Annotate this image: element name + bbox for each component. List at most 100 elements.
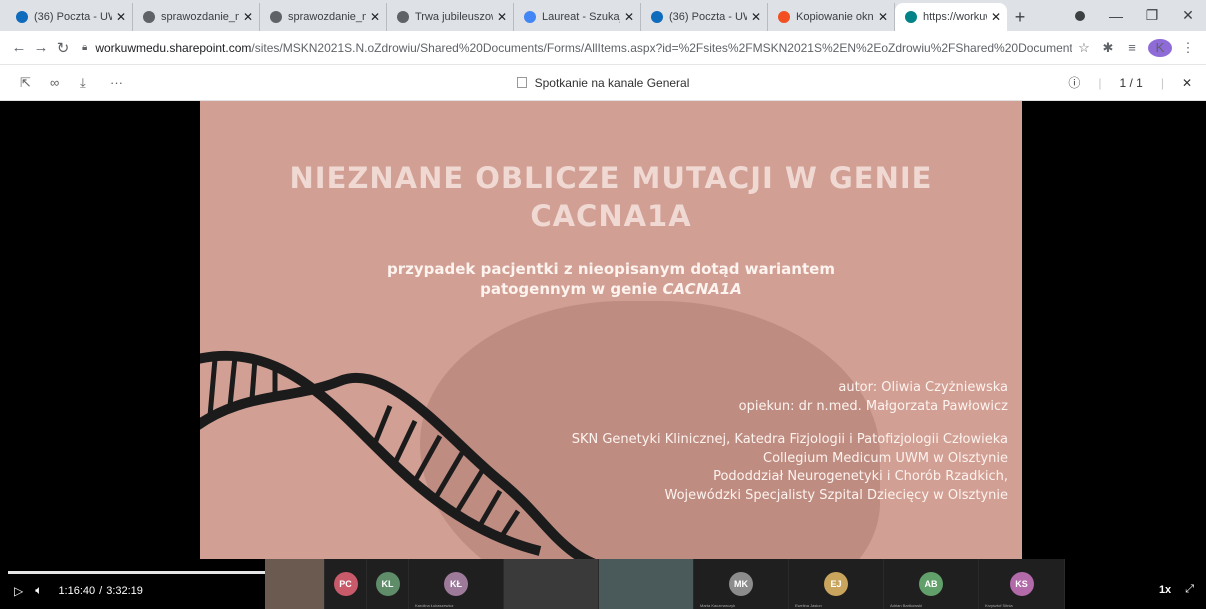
participant-name: Karolina Łukaszewicz <box>415 603 454 608</box>
participant-tile[interactable]: MK Marta Kaczmarczyk <box>694 559 789 609</box>
browser-tab[interactable]: sprawozdanie_mskn ✕ <box>260 3 387 31</box>
tab-title: Kopiowanie okna <box>796 11 874 23</box>
browser-tab[interactable]: sprawozdanie_mskn ✕ <box>133 3 260 31</box>
tab-favicon-icon <box>397 11 409 23</box>
participant-avatar: MK <box>729 572 753 596</box>
time-separator: / <box>99 584 103 597</box>
back-button[interactable]: ← <box>8 39 30 56</box>
browser-tab[interactable]: https://workuwm ✕ <box>895 3 1007 31</box>
info-icon[interactable]: ⓘ <box>1068 74 1080 91</box>
document-title: Spotkanie na kanale General <box>0 76 1206 90</box>
tab-favicon-icon <box>16 11 28 23</box>
browser-menu-icon[interactable]: ⋮ <box>1176 40 1200 56</box>
tab-close-icon[interactable]: ✕ <box>878 10 888 24</box>
participant-name: Ewelina Jasiun <box>795 603 822 608</box>
presentation-slide: NIEZNANE OBLICZE MUTACJI W GENIE CACNA1A… <box>200 101 1022 559</box>
participant-tile[interactable]: KL <box>367 559 409 609</box>
slide-subtitle-gene: CACNA1A <box>662 280 742 298</box>
tab-close-icon[interactable]: ✕ <box>370 10 380 24</box>
url-host: workuwmedu.sharepoint.com <box>95 40 252 55</box>
tab-close-icon[interactable]: ✕ <box>991 10 1001 24</box>
tab-title: (36) Poczta - UWM <box>669 11 747 23</box>
slide-supervisor: opiekun: dr n.med. Małgorzata Pawłowicz <box>738 398 1008 414</box>
participant-avatar: PC <box>333 572 358 596</box>
participant-tile[interactable] <box>265 559 325 609</box>
tab-title: Laureat - Szukaj w <box>542 11 620 23</box>
download-icon[interactable]: ⤓ <box>80 75 110 91</box>
slide-affiliation-2: Collegium Medicum UWM w Olsztynie <box>763 450 1008 466</box>
participant-name: Adrian Bartkowski <box>890 603 923 608</box>
address-bar[interactable]: 🔒︎ workuwmedu.sharepoint.com/sites/MSKN2… <box>82 35 1072 61</box>
separator: | <box>1160 75 1164 90</box>
tab-close-icon[interactable]: ✕ <box>751 10 761 24</box>
tab-close-icon[interactable]: ✕ <box>624 10 634 24</box>
participant-name: Krzysztof Sitnia <box>985 603 1013 608</box>
extensions-icon[interactable]: ✱ <box>1096 40 1120 56</box>
slide-affiliation-1: SKN Genetyki Klinicznej, Katedra Fizjolo… <box>571 432 1008 447</box>
slide-subtitle-line-1: przypadek pacjentki z nieopisanym dotąd … <box>387 260 835 278</box>
slide-affiliation-3: Pododdział Neurogenetyki i Chorób Rzadki… <box>713 469 1008 484</box>
share-icon[interactable]: ⇱ <box>20 75 50 91</box>
participant-tile[interactable]: EJ Ewelina Jasiun <box>789 559 884 609</box>
close-window-button[interactable]: ✕ <box>1170 7 1206 24</box>
forward-button[interactable]: → <box>30 39 52 56</box>
lock-icon: 🔒︎ <box>82 42 88 53</box>
new-tab-button[interactable]: + <box>1007 3 1033 31</box>
close-viewer-icon[interactable]: ✕ <box>1182 76 1192 90</box>
browser-tab[interactable]: (36) Poczta - UWM ✕ <box>641 3 768 31</box>
maximize-button[interactable]: ❐ <box>1134 7 1170 24</box>
tab-title: https://workuwm <box>923 11 987 23</box>
total-time: 3:32:19 <box>106 584 143 597</box>
participant-name: Marta Kaczmarczyk <box>700 603 736 608</box>
tab-favicon-icon <box>270 11 282 23</box>
fullscreen-icon[interactable]: ⤢ <box>1185 583 1194 596</box>
reading-list-icon[interactable]: ≡ <box>1120 40 1144 55</box>
copy-link-icon[interactable]: ∞ <box>50 75 80 90</box>
participant-avatar: KS <box>1009 572 1034 596</box>
tab-favicon-icon <box>651 11 663 23</box>
tab-favicon-icon <box>905 11 917 23</box>
separator: | <box>1098 75 1102 90</box>
participant-tile[interactable]: KS Krzysztof Sitnia <box>979 559 1065 609</box>
window-controls: — ❐ ✕ <box>1062 0 1206 31</box>
participant-strip: PC KL KŁ Karolina Łukaszewicz MK Marta Kaczma… <box>265 559 1065 609</box>
volume-icon[interactable]: 🔈︎ <box>35 583 42 598</box>
participant-tile[interactable] <box>504 559 599 609</box>
browser-tab[interactable]: (36) Poczta - UWM ✕ <box>6 3 133 31</box>
document-title-text: Spotkanie na kanale General <box>534 75 690 90</box>
playback-speed-button[interactable]: 1x <box>1159 584 1171 596</box>
participant-avatar: KL <box>375 572 400 596</box>
browser-tab[interactable]: Trwa jubileuszowy ✕ <box>387 3 514 31</box>
current-time: 1:16:40 <box>58 584 96 597</box>
url-path: /sites/MSKN2021S.N.oZdrowiu/Shared%20Doc… <box>251 40 1072 55</box>
participant-tile[interactable]: PC <box>325 559 367 609</box>
minimize-button[interactable]: — <box>1098 8 1134 24</box>
play-icon[interactable]: ▷ <box>14 584 23 598</box>
tab-title: sprawozdanie_mskn <box>161 11 239 23</box>
more-options-icon[interactable]: ··· <box>110 75 140 90</box>
participant-tile[interactable]: KŁ Karolina Łukaszewicz <box>409 559 504 609</box>
profile-avatar[interactable]: K <box>1148 38 1172 57</box>
browser-tab[interactable]: Laureat - Szukaj w ✕ <box>514 3 641 31</box>
bookmark-star-icon[interactable]: ☆ <box>1072 40 1096 56</box>
video-stage[interactable]: NIEZNANE OBLICZE MUTACJI W GENIE CACNA1A… <box>0 101 1206 609</box>
browser-tab[interactable]: Kopiowanie okna ✕ <box>768 3 895 31</box>
slide-title-line-1: NIEZNANE OBLICZE MUTACJI W GENIE <box>289 161 933 195</box>
participant-tile[interactable]: AB Adrian Bartkowski <box>884 559 979 609</box>
document-icon <box>516 76 527 88</box>
slide-credits: autor: Oliwia Czyżniewska opiekun: dr n.… <box>572 379 1008 505</box>
player-controls: ▷ 🔈︎ 1:16:40 / 3:32:19 PC KL KŁ Karolina Łu… <box>0 559 1206 609</box>
tab-favicon-icon <box>143 11 155 23</box>
reload-button[interactable]: ↻ <box>52 39 74 57</box>
tab-close-icon[interactable]: ✕ <box>116 10 126 24</box>
viewer-toolbar: ⇱ ∞ ⤓ ··· Spotkanie na kanale General ⓘ … <box>0 65 1206 101</box>
media-record-icon[interactable] <box>1062 8 1098 24</box>
participant-tile[interactable] <box>599 559 694 609</box>
participant-avatar: KŁ <box>444 572 468 596</box>
participant-avatar: EJ <box>824 572 848 596</box>
dna-helix-illustration <box>200 350 596 559</box>
slide-subtitle: przypadek pacjentki z nieopisanym dotąd … <box>200 259 1022 299</box>
tab-close-icon[interactable]: ✕ <box>243 10 253 24</box>
tab-close-icon[interactable]: ✕ <box>497 10 507 24</box>
browser-toolbar: ← → ↻ 🔒︎ workuwmedu.sharepoint.com/sites… <box>0 31 1206 65</box>
